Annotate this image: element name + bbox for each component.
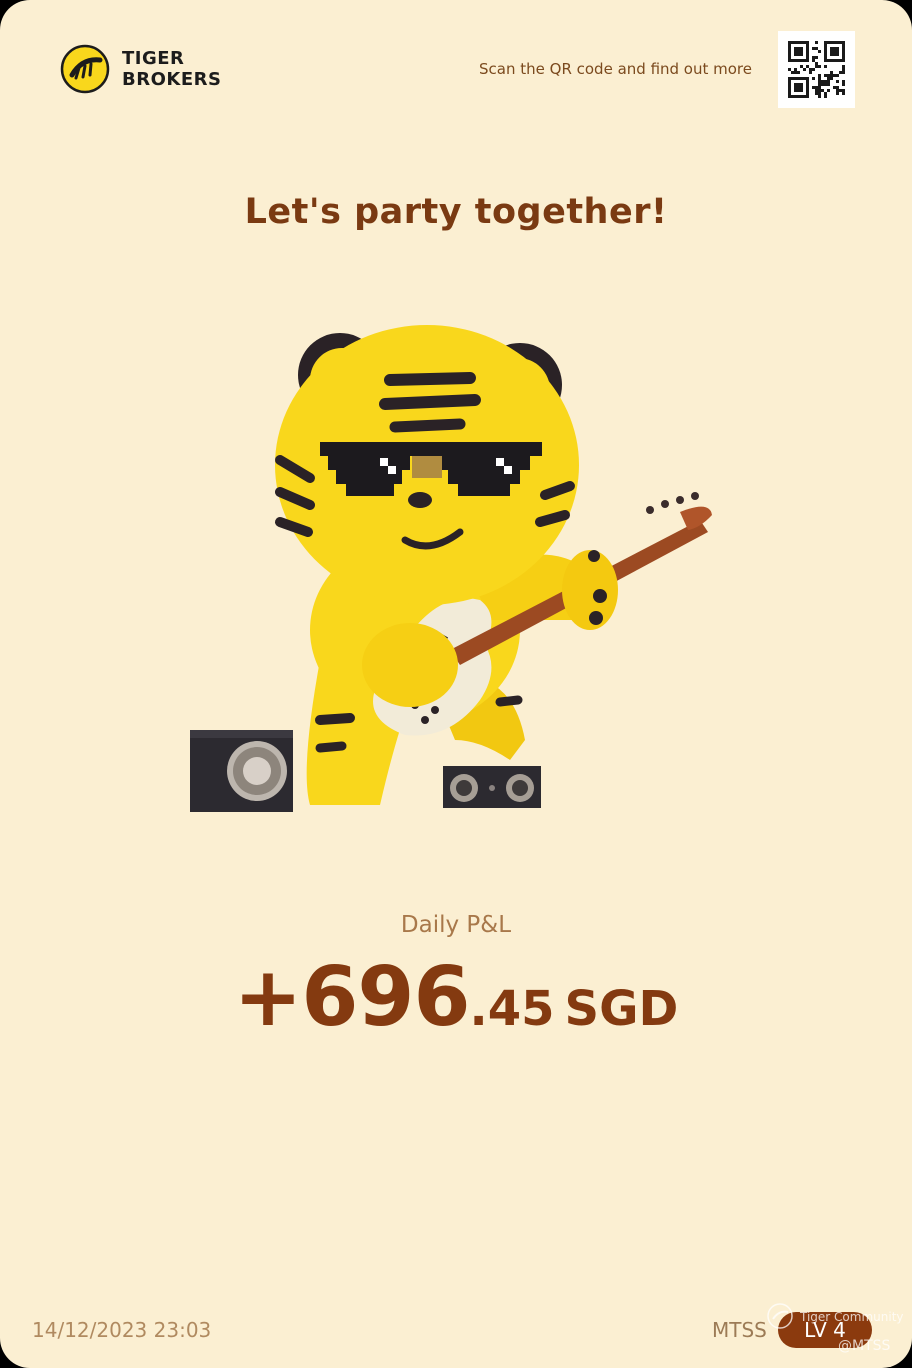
share-card: TIGER BROKERS Scan the QR code and find … [0, 0, 912, 1368]
pnl-decimal: .45 [469, 981, 555, 1037]
community-watermark: Tiger Community @MTSS [766, 1302, 906, 1362]
speaker-right-icon [443, 766, 541, 808]
pnl-value: +696.45 SGD [0, 950, 912, 1045]
timestamp: 14/12/2023 23:03 [32, 1318, 212, 1342]
brand-name-line1: TIGER [122, 48, 185, 69]
brand-name: TIGER BROKERS [122, 48, 221, 90]
brand-name-line2: BROKERS [122, 69, 222, 90]
brand-logo: TIGER BROKERS [60, 44, 221, 94]
watermark-name: Tiger Community [800, 1310, 904, 1324]
qr-code [778, 31, 855, 108]
qr-caption: Scan the QR code and find out more [479, 60, 752, 78]
pnl-integer: +696 [233, 950, 471, 1045]
qr-code-icon [788, 41, 845, 98]
speaker-left-icon [190, 730, 293, 812]
pnl-label: Daily P&L [400, 912, 512, 938]
tiger-mascot-illustration [190, 325, 712, 812]
username: MTSS [712, 1318, 767, 1342]
watermark-handle: @MTSS [838, 1338, 891, 1354]
tiger-stripes-icon [60, 44, 110, 94]
headline: Let's party together! [244, 192, 668, 232]
tiger-community-icon [767, 1303, 793, 1329]
pnl-currency: SGD [564, 981, 679, 1037]
